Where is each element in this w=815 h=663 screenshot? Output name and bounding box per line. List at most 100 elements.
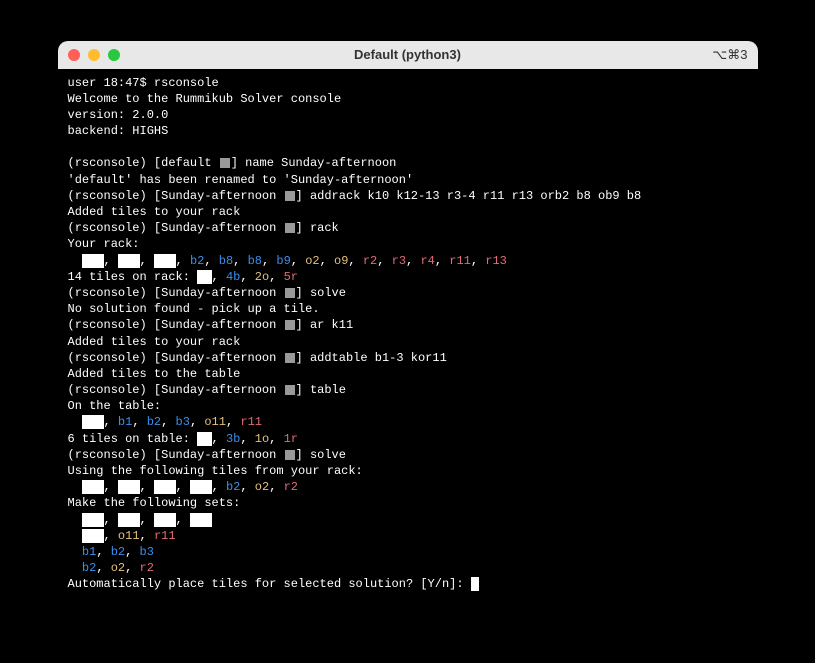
terminal-line: k10, k11, k12, k13 — [68, 512, 748, 528]
terminal-text: 3b — [226, 432, 240, 446]
terminal-text: , — [96, 561, 110, 575]
terminal-text: (rsconsole) [Sunday-afternoon — [68, 351, 284, 365]
terminal-line: No solution found - pick up a tile. — [68, 301, 748, 317]
terminal-line: k10, k12, k13, b2, b8, b8, b9, o2, o9, r… — [68, 253, 748, 269]
terminal-line: Your rack: — [68, 236, 748, 252]
terminal-text: b3 — [140, 545, 154, 559]
terminal-body[interactable]: user 18:47$ rsconsoleWelcome to the Rumm… — [58, 69, 758, 623]
terminal-line: user 18:47$ rsconsole — [68, 75, 748, 91]
titlebar: Default (python3) ⌥⌘3 — [58, 41, 758, 69]
terminal-text: b2 — [226, 480, 240, 494]
terminal-text: , — [406, 254, 420, 268]
terminal-text: r2 — [363, 254, 377, 268]
terminal-text: (rsconsole) [Sunday-afternoon — [68, 189, 284, 203]
terminal-text: Using the following tiles from your rack… — [68, 464, 363, 478]
terminal-text: k11 — [118, 480, 140, 494]
terminal-text: ] solve — [296, 286, 346, 300]
terminal-text: , — [161, 415, 175, 429]
terminal-line: Added tiles to the table — [68, 366, 748, 382]
terminal-text: (rsconsole) [default — [68, 156, 219, 170]
window-shortcut: ⌥⌘3 — [712, 47, 747, 63]
terminal-text — [68, 545, 82, 559]
delete-icon — [285, 288, 295, 298]
terminal-text: , — [190, 415, 204, 429]
delete-icon — [285, 320, 295, 330]
terminal-line: (rsconsole) [Sunday-afternoon ] ar k11 — [68, 317, 748, 333]
delete-icon — [285, 353, 295, 363]
terminal-text: , — [233, 254, 247, 268]
terminal-text: k12 — [154, 480, 176, 494]
terminal-line: (rsconsole) [Sunday-afternoon ] solve — [68, 447, 748, 463]
terminal-line: Added tiles to your rack — [68, 334, 748, 350]
terminal-text: version: 2.0.0 — [68, 108, 169, 122]
terminal-text: b8 — [248, 254, 262, 268]
terminal-text: , — [140, 513, 154, 527]
terminal-line: b1, b2, b3 — [68, 544, 748, 560]
terminal-text: , — [204, 254, 218, 268]
terminal-text: , — [140, 254, 154, 268]
close-icon[interactable] — [68, 49, 80, 61]
terminal-text: k13 — [190, 513, 212, 527]
terminal-text: Added tiles to the table — [68, 367, 241, 381]
terminal-text: b9 — [276, 254, 290, 268]
terminal-text: b1 — [118, 415, 132, 429]
terminal-text: , — [262, 254, 276, 268]
terminal-text: , — [269, 432, 283, 446]
terminal-text — [68, 561, 82, 575]
terminal-line: k11, b1, b2, b3, o11, r11 — [68, 414, 748, 430]
terminal-text: (rsconsole) [Sunday-afternoon — [68, 221, 284, 235]
terminal-text: , — [320, 254, 334, 268]
terminal-text: backend: HIGHS — [68, 124, 169, 138]
terminal-line: Make the following sets: — [68, 495, 748, 511]
terminal-text: , — [212, 432, 226, 446]
terminal-text: , — [176, 513, 190, 527]
zoom-icon[interactable] — [108, 49, 120, 61]
terminal-line: 6 tiles on table: 1k, 3b, 1o, 1r — [68, 431, 748, 447]
terminal-text: , — [104, 415, 118, 429]
terminal-text: k11 — [82, 529, 104, 543]
terminal-line: Welcome to the Rummikub Solver console — [68, 91, 748, 107]
terminal-text: , — [104, 529, 118, 543]
terminal-text — [68, 529, 82, 543]
terminal-text: , — [140, 529, 154, 543]
terminal-text: ] solve — [296, 448, 346, 462]
terminal-text: 1r — [284, 432, 298, 446]
terminal-text: r13 — [485, 254, 507, 268]
terminal-text: r11 — [449, 254, 471, 268]
window-title: Default (python3) — [58, 47, 758, 62]
terminal-text: r3 — [392, 254, 406, 268]
terminal-line: version: 2.0.0 — [68, 107, 748, 123]
terminal-text: , — [240, 270, 254, 284]
terminal-text: 6 tiles on table: — [68, 432, 198, 446]
minimize-icon[interactable] — [88, 49, 100, 61]
terminal-text: ] name Sunday-afternoon — [231, 156, 397, 170]
terminal-text: ] table — [296, 383, 346, 397]
terminal-text: , — [291, 254, 305, 268]
terminal-text: 1o — [255, 432, 269, 446]
terminal-text: , — [132, 415, 146, 429]
terminal-text: , — [140, 480, 154, 494]
terminal-text: o2 — [111, 561, 125, 575]
terminal-text: , — [96, 545, 110, 559]
terminal-text: b3 — [176, 415, 190, 429]
terminal-text: , — [435, 254, 449, 268]
terminal-text: o2 — [255, 480, 269, 494]
terminal-line: (rsconsole) [Sunday-afternoon ] table — [68, 382, 748, 398]
terminal-line: k10, k11, k12, k13, b2, o2, r2 — [68, 479, 748, 495]
terminal-text: k12 — [154, 513, 176, 527]
terminal-text: , — [125, 545, 139, 559]
terminal-text: o11 — [204, 415, 226, 429]
terminal-text: , — [104, 254, 118, 268]
terminal-text: , — [104, 513, 118, 527]
terminal-line: backend: HIGHS — [68, 123, 748, 139]
terminal-text: (rsconsole) [Sunday-afternoon — [68, 318, 284, 332]
delete-icon — [285, 385, 295, 395]
terminal-text — [68, 415, 82, 429]
terminal-text: , — [240, 432, 254, 446]
terminal-line: Using the following tiles from your rack… — [68, 463, 748, 479]
delete-icon — [285, 450, 295, 460]
terminal-text: On the table: — [68, 399, 162, 413]
terminal-line: On the table: — [68, 398, 748, 414]
terminal-text: k10 — [82, 513, 104, 527]
terminal-text: , — [226, 415, 240, 429]
